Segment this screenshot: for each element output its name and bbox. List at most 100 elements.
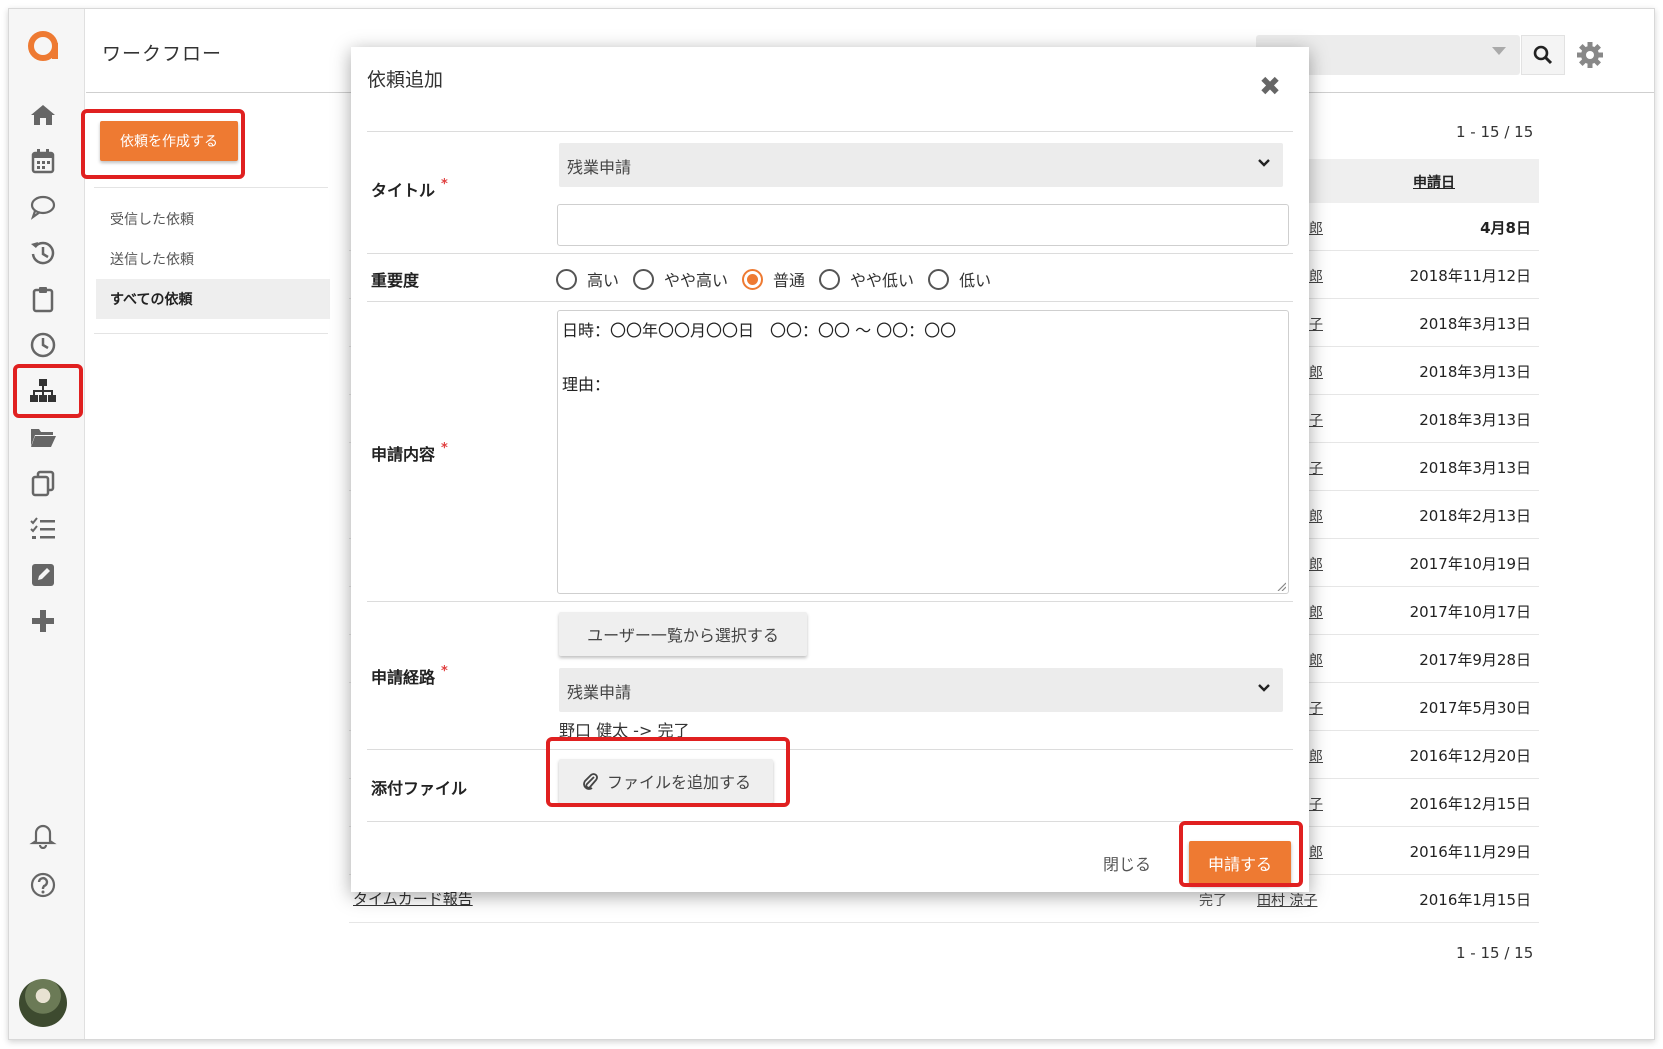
divider (94, 333, 328, 334)
table-cell-user[interactable]: 子 (1309, 410, 1323, 430)
textarea-line: 日時：〇〇年〇〇月〇〇日 〇〇：〇〇 ～ 〇〇：〇〇 (562, 321, 957, 340)
priority-option-somewhat-low[interactable]: やや低い (819, 267, 914, 291)
column-header-date[interactable]: 申請日 (1413, 172, 1455, 192)
radio-button[interactable] (819, 268, 841, 290)
divider (367, 749, 1293, 750)
workflow-icon[interactable] (27, 375, 59, 407)
select-users-button[interactable]: ユーザー一覧から選択する (559, 612, 807, 656)
divider (367, 253, 1293, 254)
calendar-icon[interactable] (27, 145, 59, 177)
close-button[interactable]: 閉じる (1103, 851, 1151, 875)
table-cell-user[interactable]: 田村 涼子 (1257, 890, 1317, 910)
table-cell-date: 2016年11月29日 (1409, 843, 1531, 861)
route-path-text: 野口 健太 -> 完了 (559, 721, 690, 740)
add-request-dialog: 依頼追加 ✖ タイトル * 残業申請 重要度 高い やや高い 普通 やや低い 低い… (351, 47, 1309, 892)
table-cell-user[interactable]: 子 (1309, 314, 1323, 334)
title-input[interactable] (557, 204, 1289, 246)
priority-radio-group: 高い やや高い 普通 やや低い 低い (556, 267, 1005, 291)
priority-option-normal[interactable]: 普通 (742, 267, 805, 291)
create-request-button[interactable]: 依頼を作成する (100, 121, 238, 161)
field-label-content: 申請内容 * (371, 441, 448, 464)
table-cell-date: 2018年2月13日 (1419, 507, 1531, 525)
divider (367, 131, 1293, 132)
table-cell-date: 2017年9月28日 (1419, 651, 1531, 669)
table-cell-user[interactable]: 郎 (1309, 266, 1323, 286)
table-cell-user[interactable]: 子 (1309, 794, 1323, 814)
route-select[interactable]: 残業申請 (559, 668, 1283, 712)
clipboard-icon[interactable] (27, 283, 59, 315)
table-cell-status: 完了 (1199, 893, 1227, 909)
avatar[interactable] (19, 979, 67, 1027)
table-cell-user[interactable]: 子 (1309, 698, 1323, 718)
edit-icon[interactable] (27, 559, 59, 591)
priority-option-somewhat-high[interactable]: やや高い (633, 267, 728, 291)
required-mark: * (441, 664, 448, 679)
search-icon (1533, 45, 1553, 65)
field-label-priority: 重要度 (371, 271, 420, 290)
subnav-item-received[interactable]: 受信した依頼 (96, 199, 330, 239)
page-title: ワークフロー (102, 43, 223, 65)
help-icon[interactable] (27, 869, 59, 901)
field-label-title: タイトル * (371, 177, 448, 200)
clock-icon[interactable] (27, 329, 59, 361)
divider (94, 187, 328, 188)
textarea-line: 理由： (562, 375, 611, 394)
table-cell-user[interactable]: 郎 (1309, 362, 1323, 382)
gear-icon[interactable] (1576, 41, 1604, 69)
radio-button[interactable] (633, 268, 655, 290)
select-value: 残業申請 (567, 683, 632, 702)
table-cell-date: 2016年12月15日 (1409, 795, 1531, 813)
table-cell-user[interactable]: 子 (1309, 458, 1323, 478)
checklist-icon[interactable] (27, 513, 59, 545)
priority-option-low[interactable]: 低い (928, 267, 991, 291)
table-cell-user[interactable]: 郎 (1309, 842, 1323, 862)
table-cell-date: 4月8日 (1480, 219, 1531, 237)
required-mark: * (441, 441, 448, 456)
chevron-down-icon (1492, 47, 1506, 55)
search-button[interactable] (1521, 35, 1565, 75)
radio-button-selected[interactable] (742, 268, 764, 290)
chat-icon[interactable] (27, 191, 59, 223)
dialog-title: 依頼追加 (367, 69, 444, 91)
table-cell-user[interactable]: 郎 (1309, 746, 1323, 766)
content-textarea[interactable]: 日時：〇〇年〇〇月〇〇日 〇〇：〇〇 ～ 〇〇：〇〇 理由： (557, 310, 1289, 594)
close-icon[interactable]: ✖ (1256, 72, 1284, 102)
add-file-button[interactable]: ファイルを追加する (559, 759, 773, 803)
table-cell-user[interactable]: 郎 (1309, 602, 1323, 622)
table-cell-date: 2016年1月15日 (1419, 891, 1531, 909)
table-cell-user[interactable]: 郎 (1309, 554, 1323, 574)
table-cell-date: 2017年10月19日 (1409, 555, 1531, 573)
divider (367, 601, 1293, 602)
radio-button[interactable] (556, 268, 577, 290)
divider (367, 821, 1293, 822)
history-icon[interactable] (27, 237, 59, 269)
field-label-route: 申請経路 * (371, 664, 448, 687)
plus-icon[interactable] (27, 605, 59, 637)
table-cell-date: 2018年3月13日 (1419, 411, 1531, 429)
logo-icon[interactable] (25, 27, 61, 63)
field-label-attachment: 添付ファイル (371, 779, 468, 798)
table-cell-date: 2018年3月13日 (1419, 363, 1531, 381)
resize-handle-icon[interactable] (1276, 581, 1286, 591)
bell-icon[interactable] (27, 819, 59, 851)
priority-option-high[interactable]: 高い (556, 267, 619, 291)
radio-button[interactable] (928, 268, 950, 290)
table-cell-user[interactable]: 郎 (1309, 650, 1323, 670)
copy-icon[interactable] (27, 467, 59, 499)
table-cell-date: 2018年3月13日 (1419, 459, 1531, 477)
table-cell-user[interactable]: 郎 (1309, 506, 1323, 526)
pagination-count-top: 1 - 15 / 15 (1456, 123, 1534, 141)
submit-button[interactable]: 申請する (1189, 841, 1291, 885)
title-template-select[interactable]: 残業申請 (559, 143, 1283, 187)
table-cell-user[interactable]: 郎 (1309, 218, 1323, 238)
home-icon[interactable] (27, 99, 59, 131)
folder-icon[interactable] (27, 421, 59, 453)
table-cell-date: 2017年10月17日 (1409, 603, 1531, 621)
subnav-item-sent[interactable]: 送信した依頼 (96, 239, 330, 279)
select-value: 残業申請 (567, 158, 632, 177)
table-cell-date: 2018年3月13日 (1419, 315, 1531, 333)
table-header: 申請日 (1309, 159, 1539, 203)
subnav-item-all[interactable]: すべての依頼 (96, 279, 330, 319)
icon-rail (9, 9, 85, 1039)
chevron-down-icon (1258, 684, 1270, 692)
